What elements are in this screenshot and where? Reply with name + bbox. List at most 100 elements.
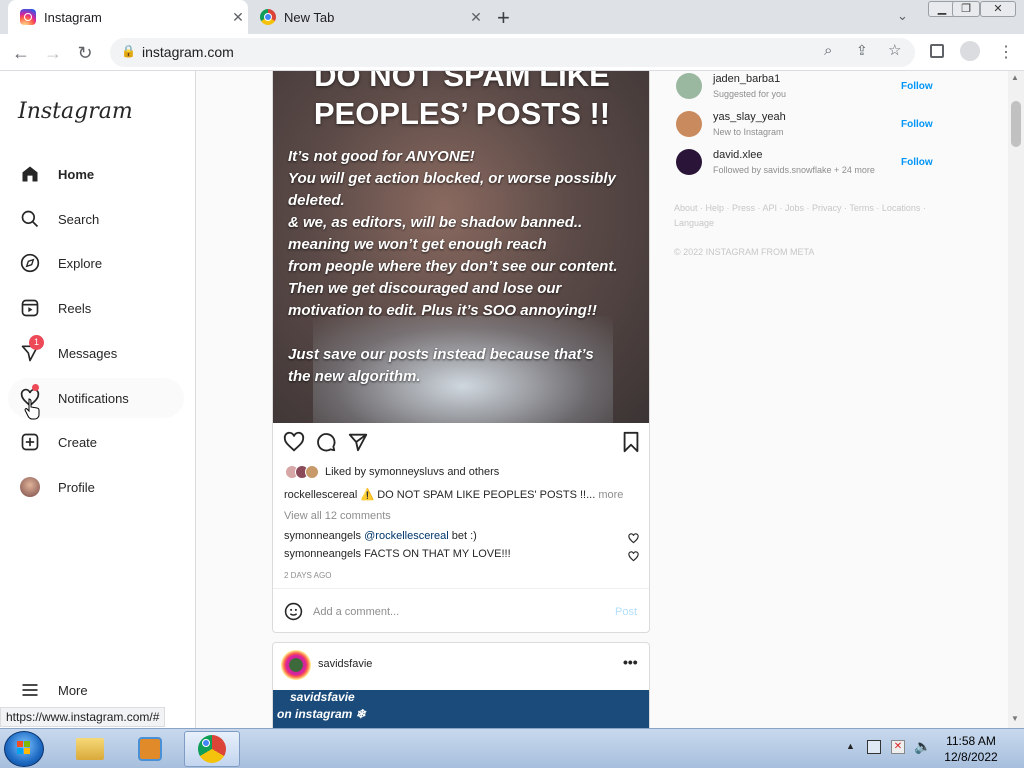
zoom-icon[interactable]: ⌕: [824, 42, 832, 59]
post-image[interactable]: DO NOT SPAM LIKE PEOPLES’ POSTS !! It’s …: [273, 71, 649, 423]
footer-language-link[interactable]: Language: [674, 218, 714, 228]
reels-icon: [18, 296, 42, 320]
post-author-avatar[interactable]: [281, 650, 311, 680]
media-player-icon: [138, 737, 162, 761]
caption-username[interactable]: rockellescereal: [284, 489, 357, 501]
like-heart-icon[interactable]: [283, 431, 307, 455]
restore-button[interactable]: ❐: [952, 1, 980, 17]
close-window-button[interactable]: ✕: [980, 1, 1016, 17]
view-all-comments-link[interactable]: View all 12 comments: [284, 510, 391, 522]
search-icon: [18, 207, 42, 231]
share-paper-plane-icon[interactable]: [347, 431, 371, 455]
back-arrow-icon[interactable]: ←: [8, 40, 34, 66]
scroll-up-arrow-icon[interactable]: ▲: [1011, 73, 1019, 82]
comment-username[interactable]: symonneangels: [284, 548, 361, 560]
comment-like-heart-icon[interactable]: [628, 549, 640, 562]
comment-username[interactable]: symonneangels: [284, 530, 361, 542]
avatar[interactable]: [676, 149, 702, 175]
profile-avatar-icon[interactable]: [960, 41, 980, 61]
messages-badge: 1: [29, 335, 44, 350]
tab-title: New Tab: [284, 9, 335, 25]
network-icon[interactable]: [867, 740, 881, 754]
post-actions: [283, 431, 641, 457]
tab-instagram[interactable]: Instagram ✕: [8, 0, 248, 34]
liked-by-avatars[interactable]: [285, 465, 319, 479]
liked-by: Liked by symonneysluvs and others: [285, 465, 499, 479]
save-bookmark-icon[interactable]: [621, 431, 645, 455]
share-icon[interactable]: ⇪: [856, 42, 868, 59]
show-hidden-icons-arrow-icon[interactable]: ▲: [846, 741, 855, 751]
post-image[interactable]: savidsfavie on instagram ❄: [273, 690, 649, 728]
new-tab-button[interactable]: +: [497, 5, 510, 31]
media-player-taskbar-button[interactable]: [122, 731, 178, 767]
instagram-logo[interactable]: Instagram: [18, 99, 133, 124]
post-comment-button[interactable]: Post: [615, 606, 637, 618]
sidebar-item-home[interactable]: Home: [8, 154, 184, 194]
sidebar-item-create[interactable]: Create: [8, 422, 184, 462]
footer-copyright: © 2022 INSTAGRAM FROM META: [674, 247, 815, 257]
side-panel-icon[interactable]: [930, 44, 944, 58]
suggestion-row: david.xlee Followed by savids.snowflake …: [676, 147, 936, 181]
instagram-page: Instagram Home Search Explore Reels 1 Me…: [0, 71, 1024, 728]
chrome-icon: [198, 735, 226, 763]
forward-arrow-icon[interactable]: →: [40, 40, 66, 66]
post-timestamp: 2 DAYS AGO: [284, 571, 332, 580]
sidebar-item-reels[interactable]: Reels: [8, 288, 184, 328]
comment-icon[interactable]: [315, 431, 339, 455]
more-options-icon[interactable]: •••: [623, 654, 638, 670]
suggestion-username[interactable]: yas_slay_yeah: [713, 111, 786, 123]
suggestion-username[interactable]: jaden_barba1: [713, 73, 780, 85]
reload-icon[interactable]: ↻: [72, 40, 98, 66]
close-tab-icon[interactable]: ✕: [228, 9, 248, 26]
action-center-flag-icon[interactable]: ✕: [891, 740, 905, 754]
compass-icon: [18, 251, 42, 275]
caption-more-link[interactable]: more: [598, 489, 623, 501]
follow-button[interactable]: Follow: [901, 119, 933, 130]
sidebar-item-profile[interactable]: Profile: [8, 467, 184, 507]
mouse-cursor-icon: [24, 398, 40, 425]
follow-button[interactable]: Follow: [901, 157, 933, 168]
sidebar-item-more[interactable]: More: [8, 670, 184, 710]
scrollbar-thumb[interactable]: [1011, 101, 1021, 147]
sidebar-item-search[interactable]: Search: [8, 199, 184, 239]
avatar: [18, 475, 42, 499]
notification-dot: [32, 384, 39, 391]
file-explorer-taskbar-button[interactable]: [62, 731, 118, 767]
close-tab-icon[interactable]: ✕: [466, 9, 486, 26]
instagram-favicon-icon: [20, 9, 36, 25]
avatar[interactable]: [676, 73, 702, 99]
post-image-text: It’s not good for ANYONE! You will get a…: [288, 148, 618, 385]
emoji-icon[interactable]: [284, 602, 303, 626]
volume-speaker-icon[interactable]: 🔈: [914, 738, 931, 755]
post-author-username[interactable]: savidsfavie: [318, 658, 372, 670]
feed-post: savidsfavie ••• savidsfavie on instagram…: [272, 642, 650, 728]
comment-mention[interactable]: @rockellescereal: [364, 530, 449, 542]
comment-input[interactable]: Add a comment...: [313, 606, 399, 618]
tab-search-chevron-icon[interactable]: ⌄: [897, 8, 908, 24]
tab-new-tab[interactable]: New Tab ✕: [250, 0, 486, 34]
footer-links[interactable]: About · Help · Press · API · Jobs · Priv…: [674, 203, 926, 213]
system-clock[interactable]: 11:58 AM 12/8/2022: [936, 733, 1006, 765]
hamburger-menu-icon: [18, 678, 42, 702]
chrome-taskbar-button[interactable]: [184, 731, 240, 767]
avatar[interactable]: [676, 111, 702, 137]
chrome-menu-icon[interactable]: ⋮: [998, 42, 1014, 62]
liked-by-user-link[interactable]: symonneysluvs: [369, 466, 444, 478]
sidebar-item-explore[interactable]: Explore: [8, 243, 184, 283]
clock-date: 12/8/2022: [944, 750, 998, 764]
liked-by-others-link[interactable]: and others: [447, 466, 499, 478]
browser-tab-strip: Instagram ✕ New Tab ✕ + ⌄ ▁ ❐ ✕: [0, 0, 1024, 34]
suggestion-username[interactable]: david.xlee: [713, 149, 763, 161]
scroll-down-arrow-icon[interactable]: ▼: [1011, 714, 1019, 723]
page-scrollbar[interactable]: [1008, 71, 1024, 728]
sidebar-item-messages[interactable]: 1 Messages: [8, 333, 184, 373]
folder-icon: [76, 738, 104, 760]
address-bar[interactable]: 🔒 instagram.com ⌕ ⇪ ☆: [110, 38, 915, 67]
bookmark-star-icon[interactable]: ☆: [888, 41, 901, 59]
start-button[interactable]: [4, 731, 44, 767]
url-text: instagram.com: [142, 44, 234, 60]
follow-button[interactable]: Follow: [901, 81, 933, 92]
comment-like-heart-icon[interactable]: [628, 531, 640, 544]
post-image-headline: PEOPLES’ POSTS !!: [313, 96, 611, 131]
windows-taskbar: ▲ ✕ 🔈 11:58 AM 12/8/2022: [0, 728, 1024, 768]
